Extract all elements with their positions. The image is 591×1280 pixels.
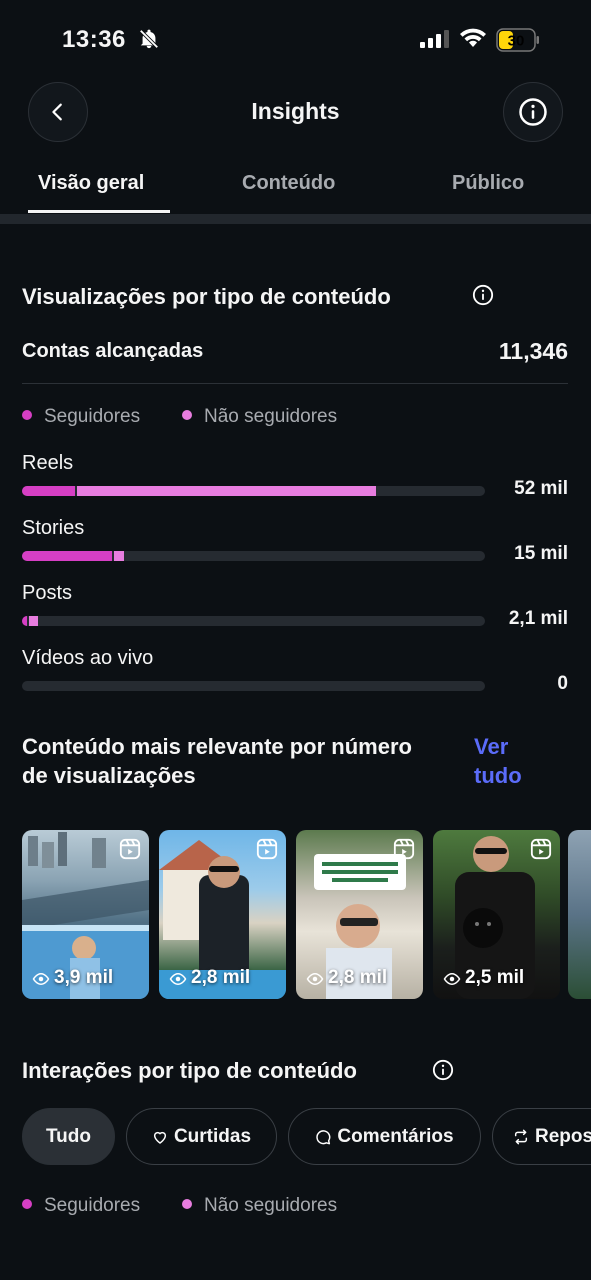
tab-content[interactable]: Conteúdo bbox=[242, 172, 335, 195]
followers-bar-segment bbox=[22, 616, 27, 626]
wifi-icon bbox=[459, 27, 487, 54]
chip-comments[interactable]: Comentários bbox=[288, 1108, 481, 1165]
eye-icon bbox=[169, 972, 187, 986]
active-tab-indicator bbox=[28, 210, 170, 213]
eye-icon bbox=[32, 972, 50, 986]
battery-icon: 30 bbox=[496, 28, 540, 57]
non-followers-bar-segment bbox=[77, 486, 376, 496]
legend-non-followers: Não seguidores bbox=[182, 1195, 337, 1217]
reel-thumbnail[interactable] bbox=[568, 830, 591, 999]
non-followers-bar-segment bbox=[28, 616, 38, 626]
thumbnail-views: 2,5 mil bbox=[443, 967, 524, 989]
legend-followers: Seguidores bbox=[22, 1195, 140, 1217]
heart-icon bbox=[153, 1131, 167, 1144]
views-section-title: Visualizações por tipo de conteúdo bbox=[22, 284, 391, 309]
bar-label: Stories bbox=[22, 517, 85, 539]
header: Insights bbox=[0, 80, 591, 144]
interactions-section-title: Interações por tipo de conteúdo bbox=[22, 1058, 357, 1083]
eye-icon bbox=[443, 972, 461, 986]
reel-thumbnail[interactable]: 2,5 mil bbox=[433, 830, 560, 999]
non-followers-dot bbox=[182, 410, 192, 420]
reels-icon bbox=[393, 838, 415, 865]
followers-bar-segment bbox=[22, 486, 76, 496]
reels-icon bbox=[530, 838, 552, 865]
tabs-divider bbox=[0, 214, 591, 224]
bar-label: Vídeos ao vivo bbox=[22, 647, 154, 669]
tab-audience[interactable]: Público bbox=[452, 172, 524, 195]
chip-reposts[interactable]: Repos bbox=[492, 1108, 591, 1165]
legend-non-followers: Não seguidores bbox=[182, 406, 337, 428]
reel-thumbnail[interactable]: 2,8 mil bbox=[296, 830, 423, 999]
divider bbox=[22, 383, 568, 384]
reel-thumbnail[interactable]: 3,9 mil bbox=[22, 830, 149, 999]
info-icon bbox=[519, 98, 547, 126]
eye-icon bbox=[306, 972, 324, 986]
reels-icon bbox=[256, 838, 278, 865]
comment-icon bbox=[316, 1129, 331, 1144]
bar-label: Reels bbox=[22, 452, 74, 474]
tab-bar: Visão geral Conteúdo Público bbox=[0, 160, 591, 215]
bar-label: Posts bbox=[22, 582, 73, 604]
accounts-reached-row: Contas alcançadas 11,346 bbox=[22, 338, 568, 368]
bar-value: 2,1 mil bbox=[508, 608, 568, 629]
chip-all[interactable]: Tudo bbox=[22, 1108, 115, 1165]
legend: Seguidores Não seguidores bbox=[22, 1195, 568, 1219]
cellular-signal-icon bbox=[420, 30, 450, 53]
status-bar: 13:36 30 bbox=[0, 0, 591, 80]
accounts-reached-value: 11,346 bbox=[498, 338, 568, 364]
info-icon[interactable] bbox=[432, 1059, 454, 1086]
non-followers-dot bbox=[182, 1199, 192, 1209]
chip-likes[interactable]: Curtidas bbox=[126, 1108, 277, 1165]
bar-value: 52 mil bbox=[514, 478, 568, 499]
info-button[interactable] bbox=[503, 82, 563, 142]
status-time: 13:36 bbox=[62, 26, 126, 53]
accounts-reached-label: Contas alcançadas bbox=[22, 340, 204, 362]
followers-dot bbox=[22, 410, 32, 420]
followers-dot bbox=[22, 1199, 32, 1209]
thumbnail-views: 2,8 mil bbox=[306, 967, 387, 989]
thumbnail-views: 2,8 mil bbox=[169, 967, 250, 989]
bell-off-icon bbox=[138, 28, 160, 55]
followers-bar-segment bbox=[22, 551, 113, 561]
reels-icon bbox=[119, 838, 141, 865]
bar-track bbox=[22, 616, 485, 626]
non-followers-bar-segment bbox=[114, 551, 124, 561]
bar-value: 15 mil bbox=[514, 543, 568, 564]
info-icon[interactable] bbox=[472, 284, 494, 311]
reel-thumbnail[interactable]: 2,8 mil bbox=[159, 830, 286, 999]
see-all-link[interactable]: Ver tudo bbox=[474, 732, 554, 790]
bar-track bbox=[22, 681, 485, 691]
legend: Seguidores Não seguidores bbox=[22, 406, 568, 430]
bar-track bbox=[22, 486, 485, 496]
bar-track bbox=[22, 551, 485, 561]
svg-text:30: 30 bbox=[508, 33, 525, 50]
repost-icon bbox=[514, 1129, 528, 1144]
content-type-bar-row: Posts 2,1 mil bbox=[22, 582, 568, 642]
legend-followers: Seguidores bbox=[22, 406, 140, 428]
thumbnail-carousel[interactable]: 3,9 mil 2,8 mil 2,8 mil 2,5 mil bbox=[22, 830, 591, 1000]
thumbnail-views: 3,9 mil bbox=[32, 967, 113, 989]
bar-value: 0 bbox=[557, 673, 568, 694]
content-type-bar-row: Reels 52 mil bbox=[22, 452, 568, 512]
tab-overview[interactable]: Visão geral bbox=[38, 172, 144, 195]
content-type-bar-row: Vídeos ao vivo 0 bbox=[22, 647, 568, 707]
relevant-content-title: Conteúdo mais relevante por número de vi… bbox=[22, 734, 412, 788]
interaction-filter-chips: Tudo Curtidas Comentários Repos bbox=[22, 1108, 591, 1166]
content-type-bar-row: Stories 15 mil bbox=[22, 517, 568, 577]
